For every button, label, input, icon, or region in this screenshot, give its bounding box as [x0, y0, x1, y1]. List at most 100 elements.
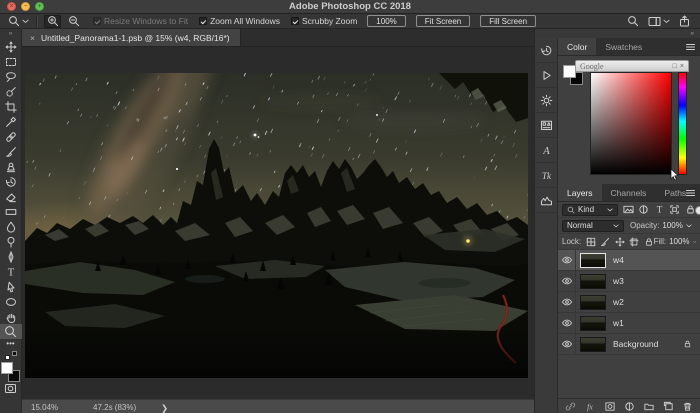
opacity-value[interactable]: 100% [662, 221, 682, 230]
move-tool[interactable] [0, 39, 22, 54]
filter-adjustment-layers-icon[interactable] [638, 204, 649, 215]
zoom-out-button[interactable] [65, 15, 82, 28]
layer-thumbnail[interactable] [580, 274, 606, 289]
visibility-eye-icon[interactable] [558, 313, 576, 333]
new-layer-icon[interactable] [663, 401, 674, 412]
color-panel-foreground-swatch[interactable] [563, 65, 576, 78]
chevron-down-icon[interactable] [686, 224, 692, 228]
search-icon[interactable] [627, 15, 639, 27]
tk-panel-icon[interactable]: Tk [535, 163, 557, 188]
hue-slider[interactable] [678, 72, 687, 175]
layer-row-w4[interactable]: w4 [558, 250, 700, 271]
layer-name[interactable]: w2 [613, 297, 624, 307]
close-tab-icon[interactable]: × [30, 33, 35, 43]
filter-on-off-toggle[interactable] [695, 206, 700, 215]
checkbox-icon[interactable] [291, 17, 299, 25]
panel-menu-icon[interactable] [685, 189, 696, 197]
share-icon[interactable] [679, 15, 690, 27]
visibility-eye-icon[interactable] [558, 292, 576, 312]
foreground-background-swatches[interactable] [1, 362, 20, 382]
lock-pixels-icon[interactable] [600, 237, 610, 247]
panel-menu-icon[interactable] [685, 43, 696, 51]
type-tool[interactable]: T [0, 264, 22, 279]
zoom-tool[interactable] [0, 324, 22, 339]
filter-type-layers-icon[interactable]: T [654, 204, 665, 215]
document-tab[interactable]: × Untitled_Panorama1-1.psb @ 15% (w4, RG… [22, 29, 241, 46]
filter-smart-objects-icon[interactable] [685, 204, 696, 215]
fit-screen-button[interactable]: Fit Screen [416, 15, 470, 27]
crop-tool[interactable] [0, 99, 22, 114]
quick-mask-button[interactable] [4, 383, 17, 394]
fill-value[interactable]: 100% [669, 237, 689, 246]
path-selection-tool[interactable] [0, 279, 22, 294]
lock-transparency-icon[interactable] [586, 237, 596, 247]
canvas-pasteboard[interactable] [22, 47, 534, 399]
default-colors-icon[interactable] [5, 351, 17, 360]
toolbar-collapse-chevron[interactable]: » [0, 29, 21, 39]
blend-mode-select[interactable]: Normal [562, 220, 624, 232]
layer-name[interactable]: Background [613, 339, 658, 349]
checkbox-icon[interactable] [199, 17, 207, 25]
chevron-down-icon[interactable] [693, 240, 696, 244]
saturation-brightness-field[interactable] [590, 72, 672, 175]
zoom-level-field[interactable]: 15.04% [31, 403, 58, 412]
gradient-tool[interactable] [0, 204, 22, 219]
visibility-eye-icon[interactable] [558, 250, 576, 270]
status-chevron-icon[interactable]: ❯ [161, 403, 168, 413]
lock-position-icon[interactable] [615, 237, 625, 247]
tab-color[interactable]: Color [558, 38, 596, 55]
panels-collapse-chevron[interactable]: » [534, 29, 700, 38]
link-layers-icon[interactable] [565, 401, 576, 412]
visibility-eye-icon[interactable] [558, 271, 576, 291]
add-layer-mask-icon[interactable] [604, 401, 616, 412]
new-group-icon[interactable] [643, 401, 655, 412]
libraries-icon[interactable] [535, 113, 557, 138]
scrubby-zoom-checkbox[interactable]: Scrubby Zoom [291, 16, 357, 26]
layer-thumbnail[interactable] [580, 253, 606, 268]
brush-tool[interactable] [0, 144, 22, 159]
layer-name[interactable]: w4 [613, 255, 624, 265]
eyedropper-tool[interactable] [0, 114, 22, 129]
delete-layer-icon[interactable] [682, 401, 693, 412]
eraser-tool[interactable] [0, 189, 22, 204]
tab-channels[interactable]: Channels [602, 184, 656, 201]
window-maximize-icon[interactable]: □ [673, 63, 677, 70]
zoom-tool-preset-icon[interactable] [8, 15, 29, 27]
layer-row-background[interactable]: Background [558, 334, 700, 355]
zoom-100-button[interactable]: 100% [367, 15, 405, 27]
foreground-color-swatch[interactable] [1, 362, 13, 374]
glyphs-icon[interactable]: A [535, 138, 557, 163]
filter-kind-select[interactable]: Kind [562, 204, 618, 216]
ellipse-shape-tool[interactable] [0, 294, 22, 309]
adjustments-icon[interactable] [535, 88, 557, 113]
histogram-icon[interactable] [535, 188, 557, 213]
fill-screen-button[interactable]: Fill Screen [480, 15, 536, 27]
workspace-switcher[interactable] [648, 16, 670, 27]
new-adjustment-layer-icon[interactable] [624, 401, 635, 412]
history-brush-tool[interactable] [0, 174, 22, 189]
tab-swatches[interactable]: Swatches [596, 38, 651, 55]
blur-tool[interactable] [0, 219, 22, 234]
dodge-tool[interactable] [0, 234, 22, 249]
layer-row-w1[interactable]: w1 [558, 313, 700, 334]
lasso-tool[interactable] [0, 69, 22, 84]
google-floating-window[interactable]: Google □ × [575, 60, 689, 72]
layer-name[interactable]: w3 [613, 276, 624, 286]
clone-stamp-tool[interactable] [0, 159, 22, 174]
pen-tool[interactable] [0, 249, 22, 264]
layer-name[interactable]: w1 [613, 318, 624, 328]
layer-thumbnail[interactable] [580, 295, 606, 310]
window-close-icon[interactable]: × [680, 63, 684, 70]
lock-all-icon[interactable] [644, 237, 654, 247]
edit-toolbar-button[interactable]: ••• [0, 339, 22, 349]
visibility-eye-icon[interactable] [558, 334, 576, 354]
zoom-in-button[interactable] [44, 15, 61, 28]
layer-row-w3[interactable]: w3 [558, 271, 700, 292]
lock-artboard-icon[interactable] [629, 237, 639, 247]
layer-thumbnail[interactable] [580, 316, 606, 331]
spot-healing-brush-tool[interactable] [0, 129, 22, 144]
hand-tool[interactable] [0, 309, 22, 324]
layer-thumbnail[interactable] [580, 337, 606, 352]
layer-row-w2[interactable]: w2 [558, 292, 700, 313]
filter-pixel-layers-icon[interactable] [623, 204, 634, 215]
